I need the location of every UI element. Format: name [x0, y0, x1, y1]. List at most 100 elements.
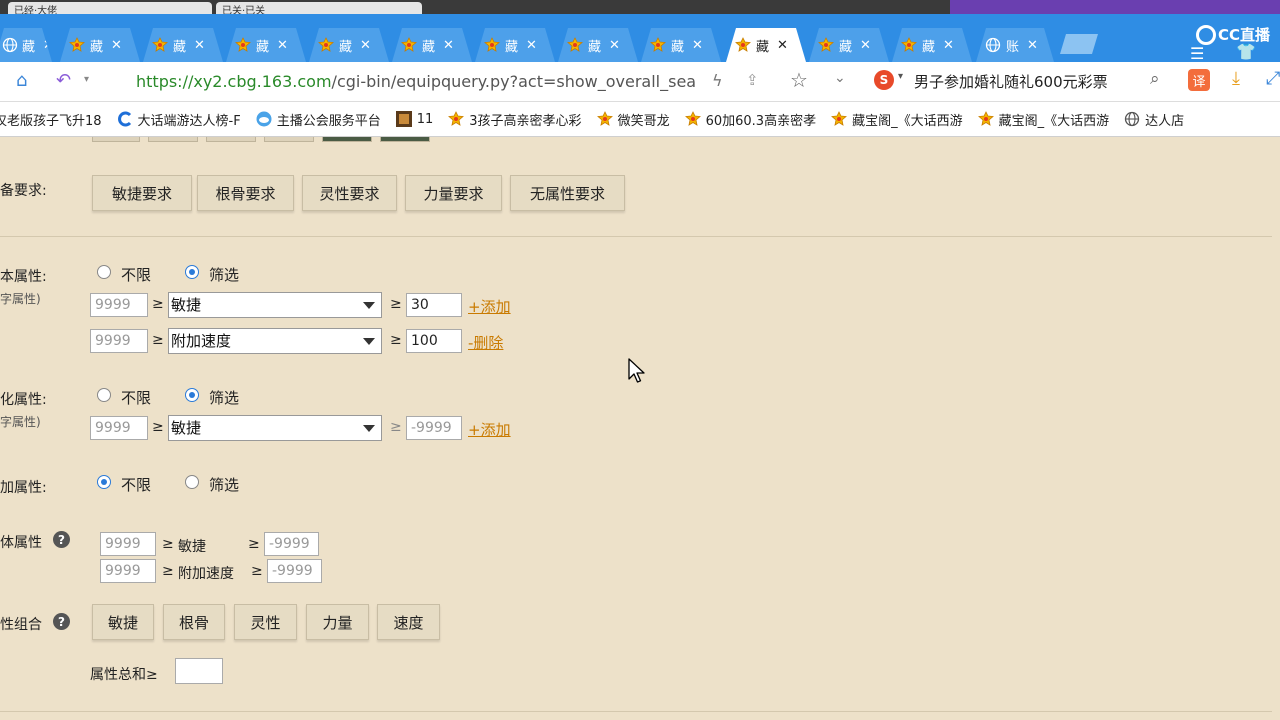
browser-tab[interactable]: 藏 ✕ — [60, 28, 140, 62]
browser-tab[interactable]: 账 ✕ — [976, 28, 1054, 62]
bookmark-item[interactable]: 大话端游达人榜-F — [116, 110, 241, 129]
add-base-attr-link[interactable]: +添加 — [468, 296, 511, 317]
extra-attr-unlimited-radio[interactable] — [97, 475, 111, 489]
browser-tab[interactable]: 藏 ✕ — [641, 28, 721, 62]
bookmark-star-icon[interactable]: ☆ — [790, 68, 808, 92]
search-input[interactable]: 男子参加婚礼随礼600元彩票 — [914, 71, 1108, 92]
partial-button[interactable] — [92, 137, 140, 142]
browser-tab[interactable]: 藏 ✕ — [392, 28, 472, 62]
close-icon[interactable]: ✕ — [860, 38, 871, 53]
menu-icon[interactable]: ☰ — [1190, 44, 1204, 63]
no-attr-req-button[interactable]: 无属性要求 — [510, 175, 625, 211]
combo-spirit-button[interactable]: 灵性 — [234, 604, 297, 640]
background-window-tab[interactable]: 已关·已关 — [216, 2, 422, 14]
speed-mode-icon[interactable]: ϟ — [712, 71, 723, 90]
bookmark-item[interactable]: 达人店 — [1123, 110, 1184, 129]
base-attr-value-input[interactable]: 100 — [406, 329, 462, 353]
chevron-down-icon[interactable]: ⌄ — [834, 70, 846, 86]
attr-sum-input[interactable] — [175, 658, 223, 684]
combo-constitution-button[interactable]: 根骨 — [163, 604, 225, 640]
delete-base-attr-link[interactable]: -删除 — [468, 332, 503, 353]
close-icon[interactable]: ✕ — [943, 38, 954, 53]
close-icon[interactable]: ✕ — [111, 38, 122, 53]
refine-attr-unlimited-radio[interactable] — [97, 388, 111, 402]
refine-attr-value-input[interactable]: -9999 — [406, 416, 462, 440]
partial-button[interactable] — [322, 137, 372, 142]
base-attr-select[interactable]: 敏捷 — [168, 292, 382, 318]
extra-attr-filter-radio[interactable] — [185, 475, 199, 489]
combo-strength-button[interactable]: 力量 — [306, 604, 369, 640]
close-icon[interactable]: ✕ — [277, 38, 288, 53]
partial-button[interactable] — [206, 137, 256, 142]
refine-attr-filter-radio[interactable] — [185, 388, 199, 402]
share-icon[interactable]: ⇪ — [746, 71, 759, 89]
combo-speed-button[interactable]: 速度 — [377, 604, 440, 640]
background-window-tab[interactable]: 已经·大佬 — [8, 2, 212, 14]
base-attr-value-input[interactable]: 30 — [406, 293, 462, 317]
search-engine-dropdown-icon[interactable]: ▾ — [898, 71, 903, 82]
browser-tab[interactable]: 藏 ✕ — [809, 28, 889, 62]
url-field[interactable]: https://xy2.cbg.163.com/cgi-bin/equipque… — [136, 72, 696, 91]
base-attr-select-value: 附加速度 — [171, 332, 232, 350]
close-icon[interactable]: ✕ — [194, 38, 205, 53]
skin-icon[interactable]: 👕 — [1236, 42, 1256, 61]
bookmark-label: 藏宝阁_《大话西游 — [852, 113, 963, 129]
bookmark-item[interactable]: 主播公会服务平台 — [255, 110, 381, 129]
browser-tab[interactable]: 藏 ✕ — [309, 28, 389, 62]
browser-tab-active[interactable]: 藏 ✕ — [726, 28, 806, 62]
close-icon[interactable]: ✕ — [777, 38, 788, 53]
total-attr-min-input[interactable]: 9999 — [100, 532, 156, 556]
bookmark-item[interactable]: 11 — [395, 110, 433, 128]
partial-button[interactable] — [264, 137, 314, 142]
browser-tab[interactable]: 藏 ✕ — [226, 28, 306, 62]
close-icon[interactable]: ✕ — [1027, 38, 1038, 53]
base-attr-select[interactable]: 附加速度 — [168, 328, 382, 354]
close-icon[interactable]: ✕ — [692, 38, 703, 53]
agility-req-button[interactable]: 敏捷要求 — [92, 175, 192, 211]
bookmark-item[interactable]: 藏宝阁_《大话西游 — [977, 110, 1109, 129]
close-icon[interactable]: ✕ — [609, 38, 620, 53]
bookmark-item[interactable]: 仅老版孩子飞升18 — [0, 110, 102, 129]
undo-icon[interactable]: ↶ — [56, 70, 71, 91]
strength-req-button[interactable]: 力量要求 — [405, 175, 502, 211]
base-attr-unlimited-radio[interactable] — [97, 265, 111, 279]
browser-tab[interactable]: 藏 ✕ — [558, 28, 638, 62]
bookmark-item[interactable]: 60加60.3高亲密孝 — [684, 110, 816, 129]
extension-icon[interactable]: ⤢ — [1266, 68, 1280, 89]
refine-attr-unlimited-label: 不限 — [121, 389, 152, 407]
help-icon[interactable]: ? — [53, 531, 70, 548]
refine-attr-select[interactable]: 敏捷 — [168, 415, 382, 441]
search-icon[interactable]: ⌕ — [1150, 69, 1160, 89]
home-icon[interactable]: ⌂ — [16, 70, 27, 91]
total-attr-value-input[interactable]: -9999 — [264, 532, 319, 556]
download-icon[interactable]: ⤓ — [1232, 68, 1240, 89]
spirit-req-button[interactable]: 灵性要求 — [302, 175, 397, 211]
sogou-search-icon[interactable]: S — [874, 70, 894, 90]
close-icon[interactable]: ✕ — [443, 38, 454, 53]
partial-button[interactable] — [148, 137, 198, 142]
combo-agility-button[interactable]: 敏捷 — [92, 604, 154, 640]
base-attr-filter-radio[interactable] — [185, 265, 199, 279]
constitution-req-button[interactable]: 根骨要求 — [197, 175, 294, 211]
refine-attr-min-input[interactable]: 9999 — [90, 416, 148, 440]
close-icon[interactable]: ✕ — [360, 38, 371, 53]
total-attr-value-input[interactable]: -9999 — [267, 559, 322, 583]
add-refine-attr-link[interactable]: +添加 — [468, 419, 511, 440]
close-icon[interactable]: ✕ — [526, 38, 537, 53]
browser-tab[interactable]: 藏 ✕ — [475, 28, 555, 62]
base-attr-min-input[interactable]: 9999 — [90, 293, 148, 317]
bookmark-item[interactable]: 3孩子高亲密孝心彩 — [447, 110, 582, 129]
base-attr-min-input[interactable]: 9999 — [90, 329, 148, 353]
bookmark-item[interactable]: 微笑哥龙 — [596, 110, 670, 129]
close-icon[interactable]: ✕ — [43, 38, 54, 53]
undo-dropdown-icon[interactable]: ▾ — [84, 74, 89, 85]
new-tab-button[interactable] — [1060, 34, 1098, 54]
bookmark-item[interactable]: 藏宝阁_《大话西游 — [830, 110, 963, 129]
browser-tab[interactable]: 藏 ✕ — [0, 28, 52, 62]
translate-button[interactable]: 译 — [1188, 69, 1210, 91]
help-icon[interactable]: ? — [53, 613, 70, 630]
browser-tab[interactable]: 藏 ✕ — [143, 28, 223, 62]
partial-button[interactable] — [380, 137, 430, 142]
total-attr-min-input[interactable]: 9999 — [100, 559, 156, 583]
browser-tab[interactable]: 藏 ✕ — [892, 28, 972, 62]
